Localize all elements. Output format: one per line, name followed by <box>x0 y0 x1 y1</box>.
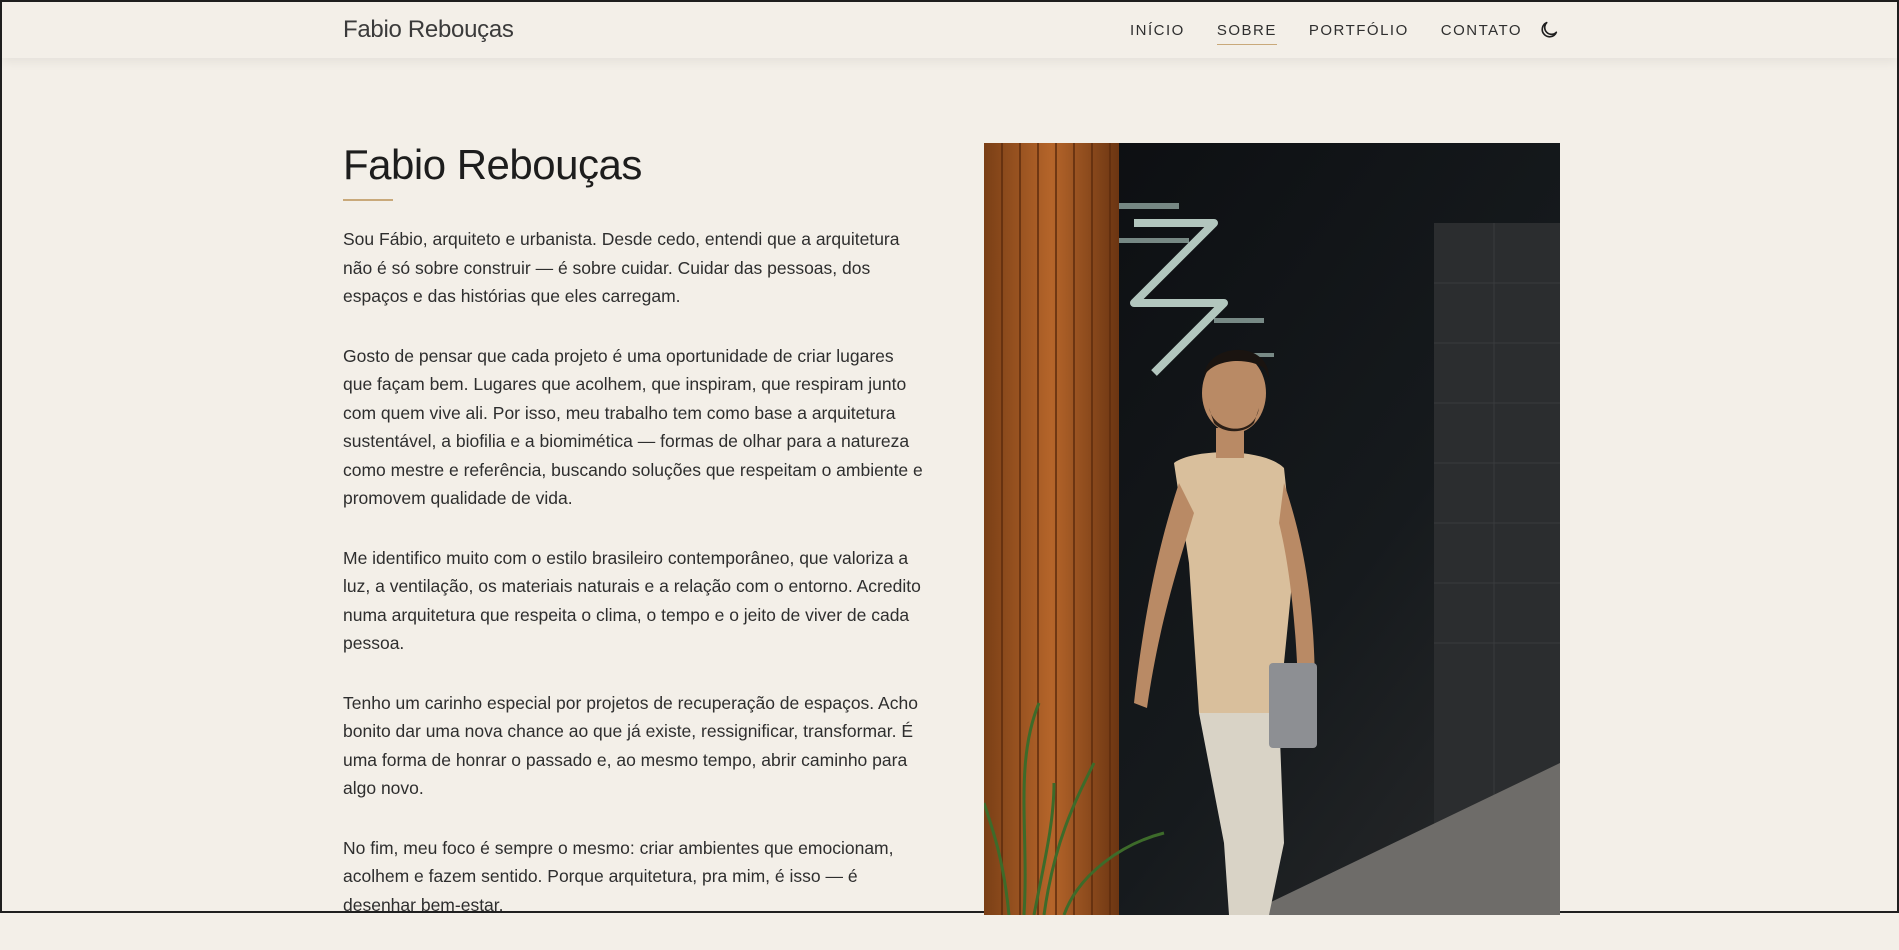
about-paragraph-4: Tenho um carinho especial por projetos d… <box>343 692 918 799</box>
portrait-photo <box>984 143 1560 915</box>
nav-link-portfolio[interactable]: PORTFÓLIO <box>1309 22 1409 45</box>
about-paragraph-1: Sou Fábio, arquiteto e urbanista. Desde … <box>343 229 900 307</box>
brand-logo[interactable]: Fabio Rebouças <box>343 16 514 44</box>
nav-link-inicio[interactable]: INÍCIO <box>1130 22 1185 45</box>
about-paragraph-2: Gosto de pensar que cada projeto é uma o… <box>343 345 923 509</box>
theme-toggle-button[interactable] <box>1538 19 1560 41</box>
nav-link-contato[interactable]: CONTATO <box>1441 22 1522 45</box>
nav-link-sobre[interactable]: SOBRE <box>1216 22 1277 45</box>
about-section: Fabio Rebouças Sou Fábio, arquiteto e ur… <box>343 141 923 950</box>
top-navbar: Fabio Rebouças INÍCIO SOBRE PORTFÓLIO CO… <box>2 2 1897 58</box>
title-underline <box>343 199 393 202</box>
page-title: Fabio Rebouças <box>343 141 642 188</box>
about-paragraph-5: No fim, meu foco é sempre o mesmo: criar… <box>343 837 894 915</box>
main-nav: INÍCIO SOBRE PORTFÓLIO CONTATO <box>1130 22 1554 45</box>
about-paragraph-3: Me identifico muito com o estilo brasile… <box>343 547 921 654</box>
moon-icon <box>1541 21 1558 38</box>
